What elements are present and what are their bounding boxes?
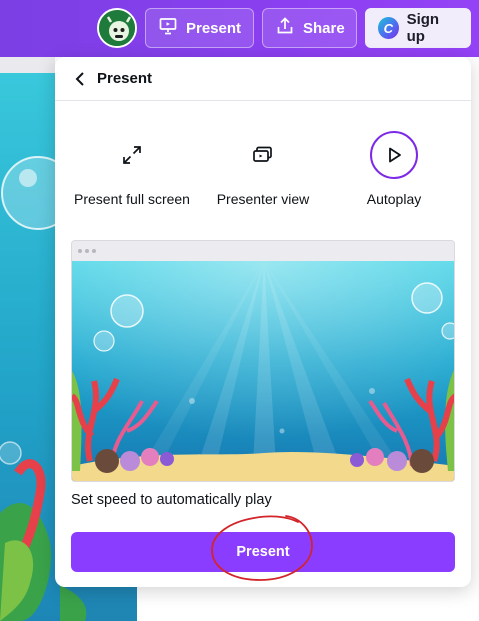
option-presenter-view[interactable]: Presenter view <box>203 131 323 209</box>
presenter-view-icon <box>239 131 287 179</box>
design-canvas[interactable] <box>0 73 60 621</box>
present-button-label: Present <box>236 544 290 560</box>
top-toolbar: Present Share C Sign up <box>0 0 479 57</box>
option-autoplay[interactable]: Autoplay <box>334 131 454 209</box>
option-present-full-screen[interactable]: Present full screen <box>72 131 192 209</box>
share-button[interactable]: Share <box>262 8 357 48</box>
canva-logo-icon: C <box>378 17 399 39</box>
share-upload-icon <box>275 16 295 40</box>
option-label: Autoplay <box>366 191 422 207</box>
present-panel: Present Present full screen Presenter vi… <box>55 57 471 587</box>
canvas-margin <box>0 57 55 73</box>
panel-header: Present <box>55 57 471 101</box>
sign-up-label: Sign up <box>406 11 440 45</box>
present-button[interactable]: Present <box>71 532 455 572</box>
present-top-button[interactable]: Present <box>145 8 254 48</box>
presentation-preview <box>71 240 455 482</box>
expand-arrows-icon <box>108 131 156 179</box>
panel-title: Present <box>97 70 153 87</box>
option-label: Presenter view <box>216 191 310 207</box>
autoplay-speed-hint: Set speed to automatically play <box>71 492 272 508</box>
present-top-label: Present <box>186 19 242 37</box>
play-icon <box>370 131 418 179</box>
design-canvas-edge <box>60 585 137 621</box>
option-label: Present full screen <box>74 191 190 207</box>
avatar[interactable] <box>97 8 137 48</box>
presentation-board-icon <box>158 16 178 40</box>
share-label: Share <box>303 19 345 37</box>
back-chevron-icon[interactable] <box>73 71 87 87</box>
preview-window-bar <box>72 241 454 261</box>
sign-up-button[interactable]: C Sign up <box>365 8 471 48</box>
underwater-slide-thumbnail <box>72 261 454 481</box>
